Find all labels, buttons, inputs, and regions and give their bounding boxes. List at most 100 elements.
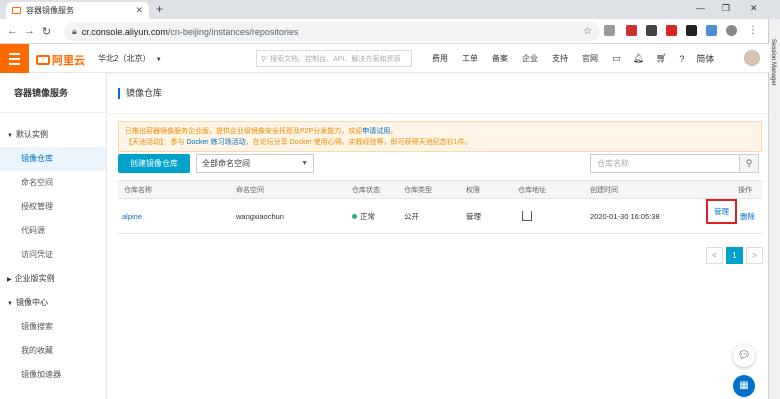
main-content: 镜像仓库 已推出容器镜像服务企业版，提供企业级镜像安全托管及P2P分发能力，欢迎… [108,73,770,399]
pagination: < 1 > [706,247,763,264]
column-header: 权限 [466,187,480,194]
sidebar-item-code-source[interactable]: 代码源 [0,219,106,243]
bookmark-star-icon[interactable]: ☆ [583,26,592,37]
reload-icon[interactable]: ↻ [38,25,55,38]
repo-type: 公开 [404,212,419,221]
download-address-icon[interactable] [522,199,532,234]
language-selector[interactable]: 简体 [696,52,714,65]
repo-permission: 管理 [466,212,481,221]
bell-icon[interactable]: 🔔︎ [633,53,644,64]
sidebar-group-image-center[interactable]: ▼ 镜像中心 [0,291,106,315]
console-topbar: - 阿里云 华北2（北京） ▼ ⚲ 搜索文档、控制台、API、解决方案和资源 费… [0,44,770,73]
repo-namespace: wangxiaochun [236,212,284,221]
column-header: 仓库名称 [124,187,152,194]
notice-text: 。 [390,128,398,135]
extension-dark-icon[interactable] [646,25,657,36]
next-page-button[interactable]: > [746,247,763,264]
extension-red-icon[interactable] [626,25,637,36]
aliyun-logo[interactable]: - 阿里云 [36,52,85,68]
sidebar-item-image-search[interactable]: 镜像搜索 [0,315,106,339]
minimize-icon[interactable]: — [696,3,705,13]
top-link-ticket[interactable]: 工单 [462,53,478,64]
sidebar-group-default[interactable]: ▼ 默认实例 [0,123,106,147]
cart-icon[interactable]: 🛒︎ [656,53,667,64]
aliyun-logo-icon: - [36,55,50,65]
notice-text: ，在论坛分享 Docker 使用心得、实践经验等，即可获得天池纪念衫1件。 [245,139,472,146]
sidebar-item-repositories[interactable]: 镜像仓库 [0,147,106,171]
close-tab-icon[interactable]: ✕ [135,5,143,16]
aliyun-favicon-icon [12,7,21,14]
forward-icon[interactable]: → [21,25,38,37]
column-header: 仓库地址 [518,187,546,194]
created-time: 2020-01-30 16:05:38 [590,212,660,221]
prev-page-button[interactable]: < [706,247,723,264]
console-search-placeholder: 搜索文档、控制台、API、解决方案和资源 [270,55,401,63]
help-icon[interactable]: ? [679,54,684,64]
sidebar-item-authorization[interactable]: 授权管理 [0,195,106,219]
restore-icon[interactable]: ❐ [722,3,730,14]
extension-cloud-icon[interactable] [604,25,615,36]
notice-text: 【天池活动】：参与 [125,139,185,146]
sidebar-group-enterprise[interactable]: ▶ 企业版实例 [0,267,106,291]
top-link-enterprise[interactable]: 企业 [522,53,538,64]
notice-text: 已推出容器镜像服务企业版，提供企业级镜像安全托管及P2P分发能力，欢迎 [125,128,363,135]
sidebar-group-label: 企业版实例 [14,274,55,283]
console-search-input[interactable]: ⚲ 搜索文档、控制台、API、解决方案和资源 [256,50,412,67]
status-text: 正常 [360,212,375,221]
page-title: 镜像仓库 [118,88,162,99]
search-button[interactable]: ⚲ [739,154,759,173]
extension-blue-icon[interactable] [706,25,717,36]
back-icon[interactable]: ← [4,25,21,37]
extension-pdf-icon[interactable] [666,25,677,36]
chat-icon[interactable]: 💬︎ [733,345,755,367]
browser-tab-bar: 容器镜像服务 ✕ + — ❐ ✕ [0,0,780,19]
url-path: /cn-beijing/instances/repositories [167,26,299,37]
column-header: 命名空间 [236,187,264,194]
sidebar-item-namespaces[interactable]: 命名空间 [0,171,106,195]
session-manager-label: Session Manager [770,39,776,86]
create-repository-button[interactable]: 创建镜像仓库 [118,154,190,173]
page-1-button[interactable]: 1 [726,247,743,264]
column-header: 操作 [738,187,752,194]
terminal-icon[interactable]: ▭ [612,53,621,64]
apps-icon[interactable]: ▦ [733,375,755,397]
menu-icon[interactable] [0,44,29,73]
top-icons: ▭ 🔔︎ 🛒︎ ? 简体 [612,52,714,65]
search-icon: ⚲ [745,158,753,168]
top-link-fee[interactable]: 费用 [432,53,448,64]
apply-trial-link[interactable]: 申请试用 [362,128,390,135]
browser-tab[interactable]: 容器镜像服务 ✕ [6,2,149,19]
repository-search-input[interactable]: 仓库名称 [590,154,740,173]
sidebar-item-credentials[interactable]: 访问凭证 [0,243,106,267]
profile-icon[interactable] [726,25,737,36]
sidebar: 容器镜像服务 ▼ 默认实例 镜像仓库 命名空间 授权管理 代码源 访问凭证 ▶ 企业… [0,73,107,399]
namespace-select-value: 全部命名空间 [202,159,250,168]
repository-table: 仓库名称 命名空间 仓库状态 仓库类型 权限 仓库地址 创建时间 操作 alpi… [118,180,762,234]
triangle-right-icon: ▶ [7,277,12,283]
column-header: 仓库类型 [404,187,432,194]
extension-black-icon[interactable] [686,25,697,36]
divider [108,113,770,114]
avatar[interactable] [744,50,760,66]
top-link-support[interactable]: 支持 [552,53,568,64]
sidebar-item-accelerator[interactable]: 镜像加速器 [0,363,106,387]
sidebar-item-favorites[interactable]: 我的收藏 [0,339,106,363]
url-host: cr.console.aliyun.com [81,26,168,37]
delete-link[interactable]: 删除 [740,199,755,234]
sidebar-group-label: 镜像中心 [15,298,48,307]
namespace-select[interactable]: 全部命名空间 ▼ [196,154,314,173]
top-link-icp[interactable]: 备案 [492,53,508,64]
sidebar-group-label: 默认实例 [15,130,48,139]
repo-name-link[interactable]: alpine [122,199,142,234]
new-tab-icon[interactable]: + [156,2,163,16]
top-links: 费用 工单 备案 企业 支持 官网 [432,53,598,64]
close-window-icon[interactable]: ✕ [750,3,758,14]
triangle-down-icon: ▼ [7,301,13,307]
manage-link[interactable]: 管理 [706,199,737,224]
docker-activity-link[interactable]: Docker 练习场活动 [186,139,245,146]
browser-menu-icon[interactable]: ⋮ [748,25,759,36]
url-input[interactable]: 🔒︎ cr.console.aliyun.com/cn-beijing/inst… [64,22,600,41]
top-link-official[interactable]: 官网 [582,53,598,64]
triangle-down-icon: ▼ [7,133,13,139]
region-selector[interactable]: 华北2（北京） ▼ [98,53,162,64]
